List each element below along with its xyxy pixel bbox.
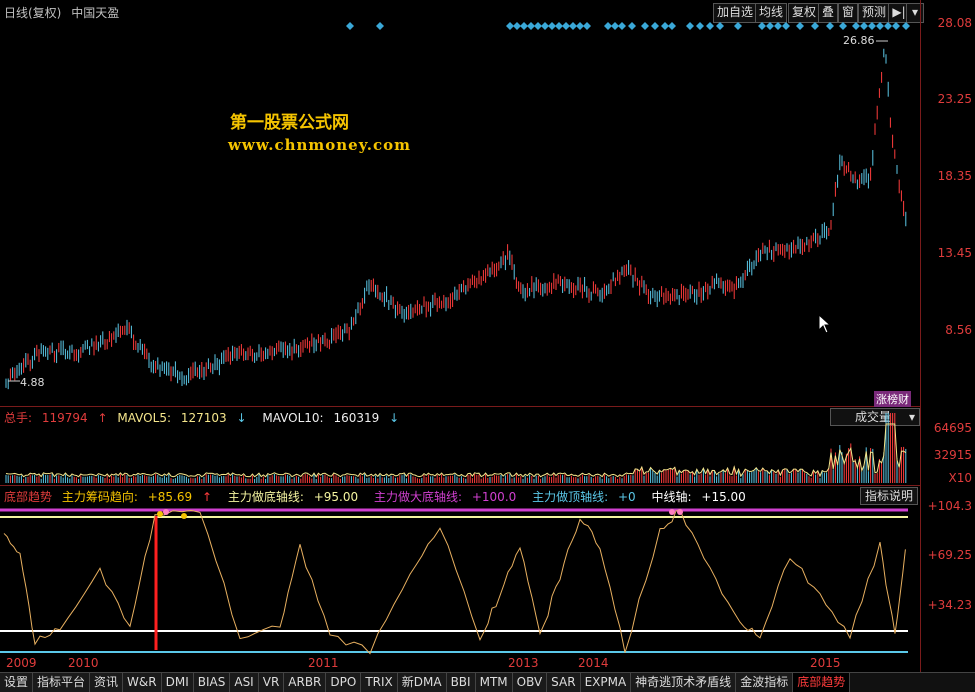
signal-diamond-icon [583, 22, 591, 30]
signal-diamond-icon [826, 22, 834, 30]
signal-diamond-icon [576, 22, 584, 30]
signal-diamond-icon [876, 22, 884, 30]
tab-18[interactable]: 金波指标 [736, 673, 794, 692]
signal-diamond-icon [839, 22, 847, 30]
signal-diamond-icon [628, 22, 636, 30]
signal-diamond-icon [661, 22, 669, 30]
year-label: 2015 [810, 656, 841, 670]
peak-marker [157, 511, 163, 517]
indicator-chart[interactable] [0, 486, 920, 656]
signal-diamond-icon [902, 22, 910, 30]
peak-marker [669, 509, 675, 515]
tab-11[interactable]: 新DMA [397, 673, 447, 692]
low-price-label: 4.88 [20, 376, 45, 389]
year-label: 2014 [578, 656, 609, 670]
tab-8[interactable]: ARBR [284, 673, 327, 692]
peak-marker [163, 509, 169, 515]
price-tick: 13.45 [937, 246, 972, 260]
signal-diamond-icon [562, 22, 570, 30]
peak-marker [677, 509, 683, 515]
signal-diamond-icon [668, 22, 676, 30]
signal-diamond-icon [534, 22, 542, 30]
indicator-tab-bar: 设置 指标平台 资讯 W&R DMI BIAS ASI VR ARBR DPO TRIX 新DMA BB… [0, 672, 975, 692]
year-label: 2013 [508, 656, 539, 670]
signal-diamond-icon [604, 22, 612, 30]
price-tick: 23.25 [937, 92, 972, 106]
tab-5[interactable]: BIAS [193, 673, 231, 692]
signal-diamond-icon [641, 22, 649, 30]
indicator-tick: +69.25 [927, 548, 972, 562]
tab-12[interactable]: BBI [446, 673, 476, 692]
tab-13[interactable]: MTM [475, 673, 513, 692]
signal-diamond-icon [811, 22, 819, 30]
price-chart[interactable] [0, 0, 920, 406]
axis-divider [920, 0, 921, 672]
signal-diamond-icon [774, 22, 782, 30]
signal-diamond-icon [852, 22, 860, 30]
signal-diamond-icon [686, 22, 694, 30]
signal-diamond-icon [766, 22, 774, 30]
signal-diamond-icon [884, 22, 892, 30]
volume-chart[interactable] [0, 406, 920, 485]
signal-diamond-icon [555, 22, 563, 30]
signal-diamond-icon [611, 22, 619, 30]
signal-diamond-icon [860, 22, 868, 30]
tab-9[interactable]: DPO [326, 673, 362, 692]
volume-tick: 64695 [933, 421, 972, 435]
signal-diamond-icon [548, 22, 556, 30]
tab-14[interactable]: OBV [512, 673, 548, 692]
signal-diamond-icon [696, 22, 704, 30]
tab-16[interactable]: EXPMA [580, 673, 632, 692]
signal-diamond-icon [758, 22, 766, 30]
indicator-tick: +104.3 [927, 499, 972, 513]
watermark-title: 第一股票公式网 [230, 113, 349, 133]
signal-diamond-icon [716, 22, 724, 30]
signal-markers [346, 22, 910, 30]
volume-tick: 32915 [933, 448, 972, 462]
signal-diamond-icon [569, 22, 577, 30]
signal-diamond-icon [734, 22, 742, 30]
high-price-label: 26.86 [843, 34, 875, 47]
signal-diamond-icon [541, 22, 549, 30]
signal-diamond-icon [376, 22, 384, 30]
watermark-url: www.chnmoney.com [228, 136, 411, 154]
signal-diamond-icon [346, 22, 354, 30]
volume-tick: X10 [948, 471, 973, 485]
signal-diamond-icon [513, 22, 521, 30]
tab-2[interactable]: 资讯 [90, 673, 124, 692]
price-tick: 8.56 [945, 323, 972, 337]
signal-diamond-icon [506, 22, 514, 30]
signal-diamond-icon [520, 22, 528, 30]
price-tick: 28.08 [937, 16, 972, 30]
peak-marker [181, 513, 187, 519]
signal-diamond-icon [527, 22, 535, 30]
candlesticks [5, 48, 907, 390]
signal-diamond-icon [796, 22, 804, 30]
tab-17[interactable]: 神奇逃顶术矛盾线 [631, 673, 737, 692]
mouse-cursor-icon [818, 314, 832, 334]
tab-10[interactable]: TRIX [361, 673, 398, 692]
year-label: 2011 [308, 656, 339, 670]
tab-4[interactable]: DMI [161, 673, 194, 692]
signal-diamond-icon [868, 22, 876, 30]
year-label: 2009 [6, 656, 37, 670]
rank-badge[interactable]: 涨榜财 [874, 391, 911, 407]
signal-diamond-icon [782, 22, 790, 30]
signal-diamond-icon [618, 22, 626, 30]
tab-6[interactable]: ASI [230, 673, 259, 692]
tab-7[interactable]: VR [258, 673, 285, 692]
tab-1[interactable]: 指标平台 [33, 673, 91, 692]
tab-0[interactable]: 设置 [0, 673, 34, 692]
tab-19[interactable]: 底部趋势 [793, 673, 851, 692]
year-label: 2010 [68, 656, 99, 670]
tab-3[interactable]: W&R [123, 673, 162, 692]
price-tick: 18.35 [937, 169, 972, 183]
tab-15[interactable]: SAR [547, 673, 581, 692]
signal-diamond-icon [892, 22, 900, 30]
signal-diamond-icon [651, 22, 659, 30]
signal-diamond-icon [706, 22, 714, 30]
indicator-tick: +34.23 [927, 598, 972, 612]
